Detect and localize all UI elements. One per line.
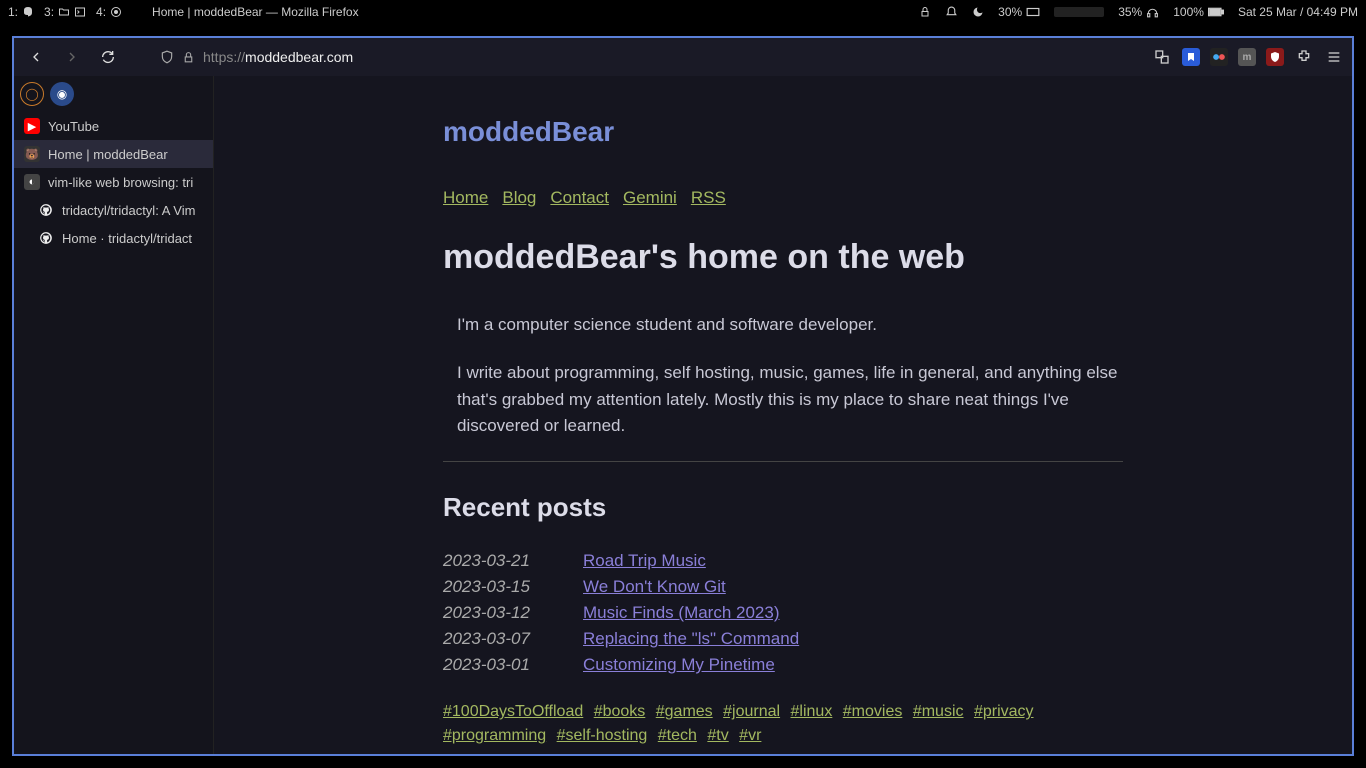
- nav-link-rss[interactable]: RSS: [691, 188, 726, 207]
- workspace-3[interactable]: 3:: [44, 5, 86, 19]
- moon-icon[interactable]: [972, 6, 984, 18]
- window-title: Home | moddedBear — Mozilla Firefox: [152, 5, 359, 19]
- nav-link-contact[interactable]: Contact: [550, 188, 609, 207]
- post-row: 2023-03-07 Replacing the "ls" Command: [443, 629, 1123, 649]
- post-row: 2023-03-15 We Don't Know Git: [443, 577, 1123, 597]
- post-date: 2023-03-12: [443, 603, 543, 623]
- post-link[interactable]: Music Finds (March 2023): [583, 603, 780, 623]
- system-topbar: 1: 3: 4: Home | moddedBear — Mozilla Fir…: [0, 0, 1366, 24]
- tab-favicon: ◐: [24, 174, 40, 190]
- tag-link[interactable]: #100DaysToOffload: [443, 703, 583, 720]
- tab-label: tridactyl/tridactyl: A Vim: [62, 203, 195, 218]
- site-nav: Home Blog Contact Gemini RSS: [443, 188, 1123, 208]
- recent-posts-list: 2023-03-21 Road Trip Music 2023-03-15 We Do…: [443, 551, 1123, 675]
- site-title: moddedBear: [443, 116, 1123, 148]
- tab-label: YouTube: [48, 119, 99, 134]
- tag-link[interactable]: #games: [656, 703, 713, 720]
- tab-label: Home | moddedBear: [48, 147, 168, 162]
- brightness-slider[interactable]: [1054, 7, 1104, 17]
- terminal-icon: [73, 6, 86, 19]
- post-date: 2023-03-01: [443, 655, 543, 675]
- sidebar-tab[interactable]: Home · tridactyl/tridact: [14, 224, 213, 252]
- url-protocol: https://: [203, 49, 245, 65]
- back-button[interactable]: [22, 43, 50, 71]
- datetime: Sat 25 Mar / 04:49 PM: [1238, 5, 1358, 19]
- tag-link[interactable]: #programming: [443, 727, 546, 744]
- recent-heading: Recent posts: [443, 492, 1123, 523]
- lock-icon[interactable]: [182, 51, 195, 64]
- container-work-icon[interactable]: ◉: [50, 82, 74, 106]
- extension-floccus-icon[interactable]: [1182, 48, 1200, 66]
- post-row: 2023-03-21 Road Trip Music: [443, 551, 1123, 571]
- bell-icon[interactable]: [945, 6, 958, 19]
- url-bar[interactable]: https://moddedbear.com: [150, 42, 1044, 72]
- tag-link[interactable]: #tech: [658, 727, 697, 744]
- workspace-4[interactable]: 4:: [96, 5, 122, 19]
- nav-link-home[interactable]: Home: [443, 188, 488, 207]
- browser-window: https://moddedbear.com m: [12, 36, 1354, 756]
- translate-icon[interactable]: [1152, 47, 1172, 67]
- intro-paragraph-2: I write about programming, self hosting,…: [457, 360, 1123, 439]
- divider: [443, 461, 1123, 462]
- audio-indicator: 35%: [1118, 5, 1159, 19]
- tag-link[interactable]: #privacy: [974, 703, 1034, 720]
- mastodon-icon: [21, 6, 34, 19]
- tag-cloud: #100DaysToOffload #books #games #journal…: [443, 700, 1123, 748]
- container-personal-icon[interactable]: ◯: [20, 82, 44, 106]
- url-host: moddedbear.com: [245, 49, 353, 65]
- firefox-icon: [109, 6, 122, 19]
- hamburger-menu-icon[interactable]: [1324, 47, 1344, 67]
- post-date: 2023-03-07: [443, 629, 543, 649]
- extension-m-icon[interactable]: m: [1238, 48, 1256, 66]
- extension-ublock-icon[interactable]: [1266, 48, 1284, 66]
- intro-paragraph-1: I'm a computer science student and softw…: [457, 312, 1123, 338]
- workspace-1[interactable]: 1:: [8, 5, 34, 19]
- tab-sidebar: ◯ ◉ ▶ YouTube 🐻 Home | moddedBear ◐ vim-like …: [14, 76, 214, 754]
- folder-icon: [57, 6, 70, 19]
- reload-button[interactable]: [94, 43, 122, 71]
- tag-link[interactable]: #journal: [723, 703, 780, 720]
- tag-link[interactable]: #self-hosting: [557, 727, 648, 744]
- post-link[interactable]: Customizing My Pinetime: [583, 655, 775, 675]
- tab-favicon: [38, 230, 54, 246]
- post-link[interactable]: Road Trip Music: [583, 551, 706, 571]
- sidebar-tab[interactable]: tridactyl/tridactyl: A Vim: [14, 196, 213, 224]
- tag-link[interactable]: #music: [913, 703, 964, 720]
- tab-favicon: 🐻: [24, 146, 40, 162]
- sidebar-tab[interactable]: 🐻 Home | moddedBear: [14, 140, 213, 168]
- post-link[interactable]: Replacing the "ls" Command: [583, 629, 799, 649]
- page-heading: moddedBear's home on the web: [443, 238, 1123, 277]
- keyboard-indicator: 30%: [998, 5, 1040, 19]
- post-date: 2023-03-21: [443, 551, 543, 571]
- tag-link[interactable]: #tv: [707, 727, 728, 744]
- nav-link-gemini[interactable]: Gemini: [623, 188, 677, 207]
- tag-link[interactable]: #vr: [739, 727, 761, 744]
- tag-link[interactable]: #books: [594, 703, 646, 720]
- extensions-icon[interactable]: [1294, 47, 1314, 67]
- post-row: 2023-03-12 Music Finds (March 2023): [443, 603, 1123, 623]
- tab-favicon: [38, 202, 54, 218]
- page-content[interactable]: moddedBear Home Blog Contact Gemini RSS modd…: [214, 76, 1352, 754]
- battery-indicator: 100%: [1173, 5, 1224, 19]
- post-row: 2023-03-01 Customizing My Pinetime: [443, 655, 1123, 675]
- forward-button[interactable]: [58, 43, 86, 71]
- sidebar-tab[interactable]: ◐ vim-like web browsing: tri: [14, 168, 213, 196]
- tag-link[interactable]: #movies: [843, 703, 903, 720]
- lock-icon[interactable]: [919, 6, 931, 18]
- post-link[interactable]: We Don't Know Git: [583, 577, 726, 597]
- tab-favicon: ▶: [24, 118, 40, 134]
- tag-link[interactable]: #linux: [791, 703, 833, 720]
- browser-toolbar: https://moddedbear.com m: [14, 38, 1352, 76]
- post-date: 2023-03-15: [443, 577, 543, 597]
- shield-icon[interactable]: [160, 50, 174, 64]
- sidebar-tab[interactable]: ▶ YouTube: [14, 112, 213, 140]
- tab-label: vim-like web browsing: tri: [48, 175, 193, 190]
- tab-label: Home · tridactyl/tridact: [62, 231, 192, 246]
- extension-darkreader-icon[interactable]: [1210, 48, 1228, 66]
- nav-link-blog[interactable]: Blog: [502, 188, 536, 207]
